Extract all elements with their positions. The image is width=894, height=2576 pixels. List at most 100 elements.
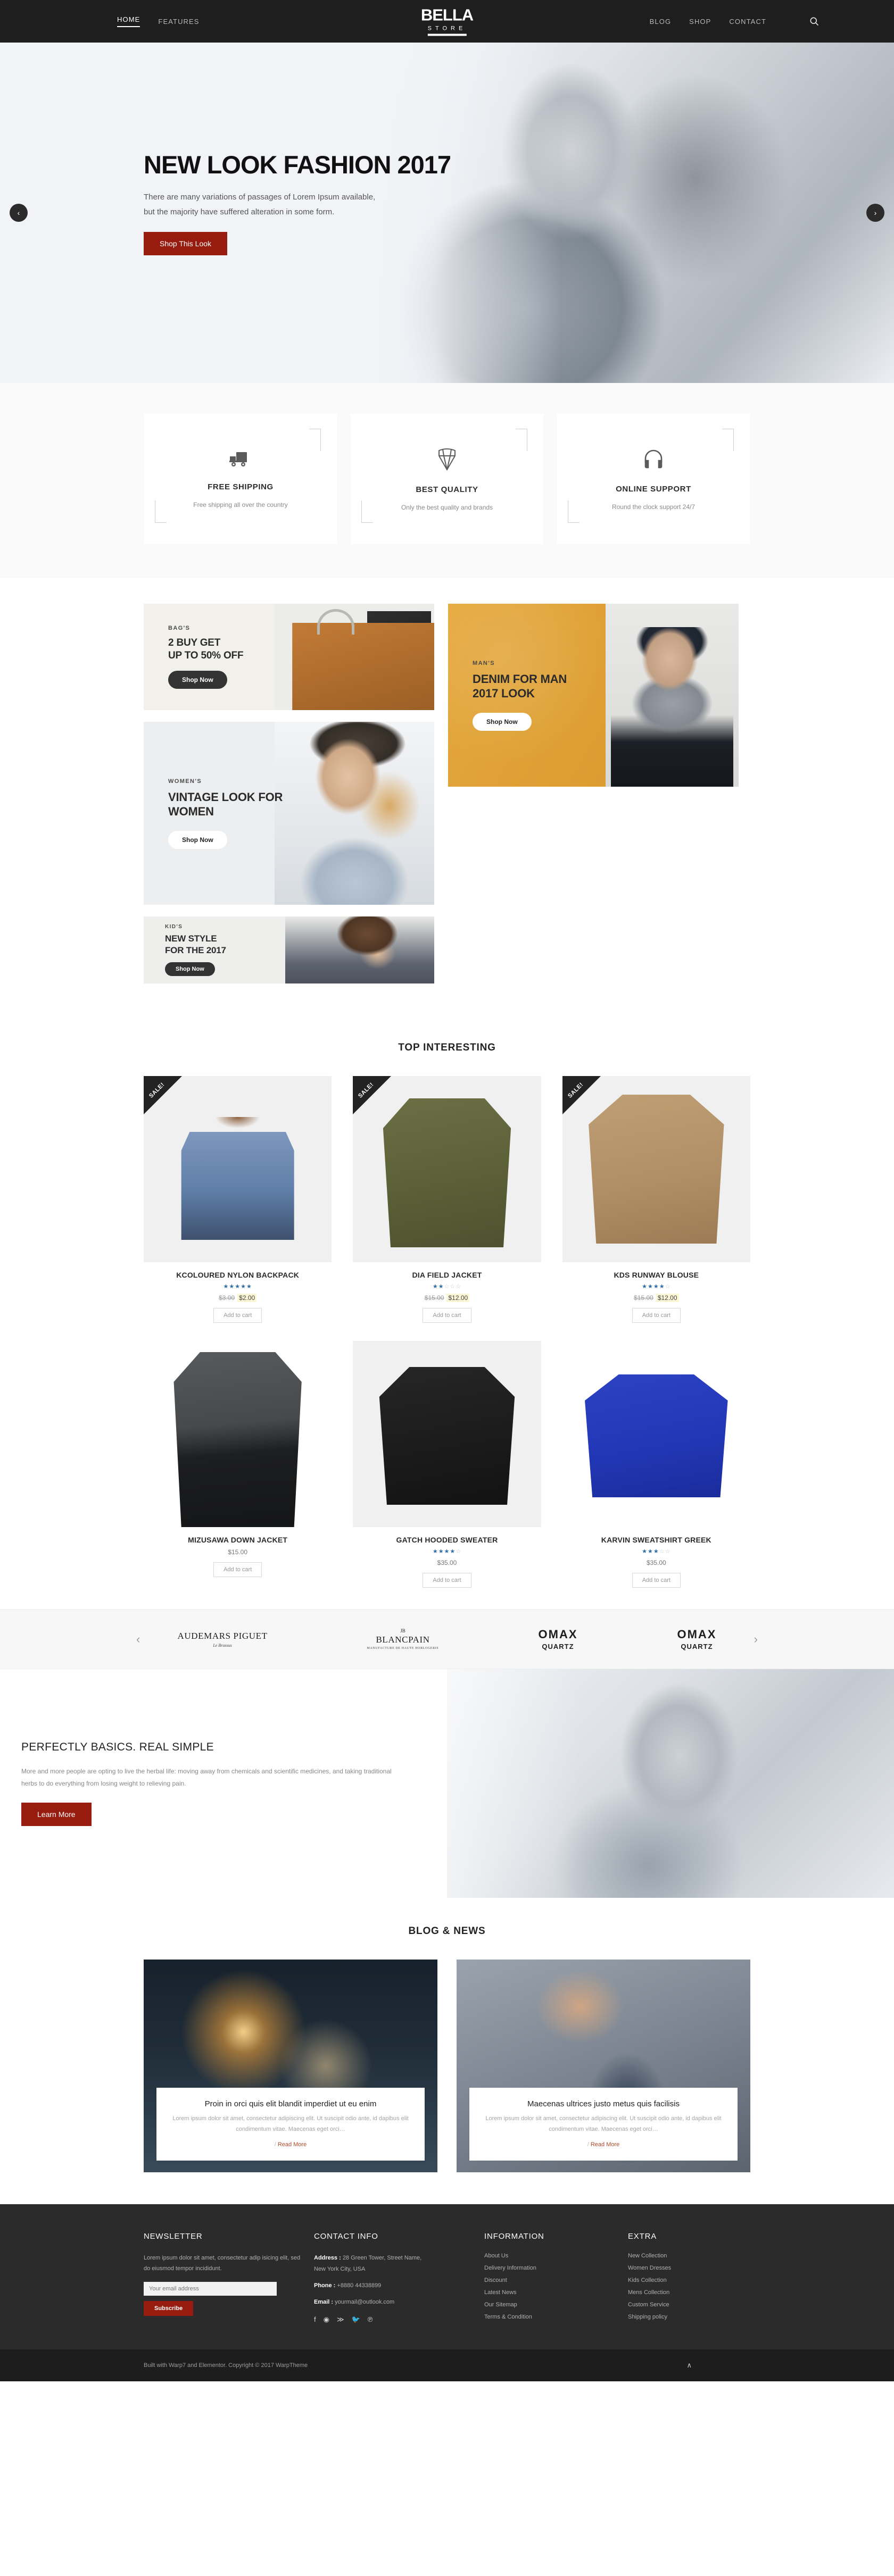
instagram-icon[interactable]: ◉ xyxy=(324,2315,329,2324)
blog-post-meta: / Read More xyxy=(483,2140,724,2150)
promo-shop-now-button[interactable]: Shop Now xyxy=(168,670,227,689)
section-title-top-interesting: TOP INTERESTING xyxy=(398,1042,496,1053)
read-more-link[interactable]: Read More xyxy=(278,2141,307,2148)
promo-kids-model-image xyxy=(285,916,434,983)
nav-item-blog[interactable]: BLOG xyxy=(650,18,672,26)
scroll-to-top-icon[interactable]: ∧ xyxy=(686,2361,692,2370)
promo-title: VINTAGE LOOK FOR WOMEN xyxy=(168,790,283,819)
product-thumbnail[interactable]: SALE! xyxy=(353,1076,541,1262)
nav-item-contact[interactable]: CONTACT xyxy=(729,18,766,26)
promo-card-kids[interactable]: KID'S NEW STYLE FOR THE 2017 Shop Now xyxy=(144,916,434,983)
footer-link-delivery-information[interactable]: Delivery Information xyxy=(484,2265,617,2271)
product-thumbnail[interactable] xyxy=(353,1341,541,1527)
facebook-icon[interactable]: f xyxy=(314,2315,316,2324)
contact-email-value: yourmail@outlook.com xyxy=(335,2298,395,2305)
footer-link-latest-news[interactable]: Latest News xyxy=(484,2289,617,2296)
newsletter-subscribe-button[interactable]: Subscribe xyxy=(144,2300,194,2316)
product-thumbnail[interactable]: SALE! xyxy=(144,1076,332,1262)
footer-link-mens-collection[interactable]: Mens Collection xyxy=(628,2289,761,2296)
product-thumbnail[interactable] xyxy=(144,1341,332,1527)
promo-shop-now-button[interactable]: Shop Now xyxy=(168,830,227,849)
service-description: Only the best quality and brands xyxy=(401,503,493,511)
section-title-blog: BLOG & NEWS xyxy=(408,1925,486,1937)
about-image xyxy=(447,1669,894,1898)
search-icon[interactable] xyxy=(809,16,820,27)
brand-logo-blancpain[interactable]: JB BLANCPAIN MANUFACTURE DE HAUTE HORLOG… xyxy=(367,1628,439,1650)
brand-logo-audemars-piguet[interactable]: AUDEMARS PIGUET Le Brassus xyxy=(177,1631,267,1648)
nav-item-home[interactable]: HOME xyxy=(117,15,140,27)
promo-card-women[interactable]: WOMEN'S VINTAGE LOOK FOR WOMEN Shop Now xyxy=(144,722,434,905)
hero-next-arrow-icon[interactable]: › xyxy=(866,204,884,222)
service-title: FREE SHIPPING xyxy=(208,482,274,491)
about-learn-more-button[interactable]: Learn More xyxy=(21,1803,92,1827)
promo-kicker: MAN'S xyxy=(473,660,495,666)
hero-subtitle-line2: but the majority have suffered alteratio… xyxy=(144,207,335,216)
about-title: PERFECTLY BASICS. REAL SIMPLE xyxy=(21,1740,214,1753)
footer-link-women-dresses[interactable]: Women Dresses xyxy=(628,2265,761,2271)
contact-address-label: Address : xyxy=(314,2255,341,2261)
product-card: SALE! KDS RUNWAY BLOUSE ★★★★☆ $15.00 $12.… xyxy=(562,1076,750,1323)
diamond-icon xyxy=(437,447,457,473)
service-title: BEST QUALITY xyxy=(416,485,478,494)
rss-icon[interactable]: ≫ xyxy=(337,2315,344,2324)
footer-heading-contact: CONTACT INFO xyxy=(314,2232,378,2241)
footer-link-kids-collection[interactable]: Kids Collection xyxy=(628,2277,761,2283)
promo-shop-now-button[interactable]: Shop Now xyxy=(473,712,532,731)
product-thumbnail[interactable]: SALE! xyxy=(562,1076,750,1262)
blog-post-card[interactable]: Maecenas ultrices justo metus quis facil… xyxy=(457,1960,750,2172)
add-to-cart-button[interactable]: Add to cart xyxy=(632,1308,681,1323)
top-interesting-section: TOP INTERESTING SALE! KCOLOURED NYLON BA… xyxy=(0,1015,894,1609)
add-to-cart-button[interactable]: Add to cart xyxy=(213,1308,262,1323)
promo-kicker: BAG'S xyxy=(168,625,191,632)
blog-post-title[interactable]: Maecenas ultrices justo metus quis facil… xyxy=(483,2099,724,2108)
footer-link-custom-service[interactable]: Custom Service xyxy=(628,2302,761,2308)
brand-logo-omax-2[interactable]: OMAX QUARTZ xyxy=(677,1628,716,1650)
footer-link-new-collection[interactable]: New Collection xyxy=(628,2253,761,2259)
brand-prev-arrow-icon[interactable]: ‹ xyxy=(136,1632,140,1646)
add-to-cart-button[interactable]: Add to cart xyxy=(423,1308,471,1323)
footer-link-terms-condition[interactable]: Terms & Condition xyxy=(484,2314,617,2320)
headphones-icon xyxy=(643,448,664,473)
promo-shop-now-button[interactable]: Shop Now xyxy=(165,962,215,976)
service-card-best-quality: BEST QUALITY Only the best quality and b… xyxy=(351,414,543,544)
corner-decoration-top-right xyxy=(309,429,321,451)
footer-link-shipping-policy[interactable]: Shipping policy xyxy=(628,2314,761,2320)
newsletter-email-input[interactable] xyxy=(144,2281,277,2296)
site-logo[interactable]: BELLA STORE xyxy=(421,7,474,36)
brand-tagline: MANUFACTURE DE HAUTE HORLOGERIE xyxy=(367,1647,439,1650)
hero-prev-arrow-icon[interactable]: ‹ xyxy=(10,204,28,222)
product-price: $3.00 $2.00 xyxy=(144,1294,332,1302)
read-more-link[interactable]: Read More xyxy=(591,2141,619,2148)
promo-title: NEW STYLE FOR THE 2017 xyxy=(165,933,226,955)
add-to-cart-button[interactable]: Add to cart xyxy=(423,1573,471,1588)
corner-decoration-top-right xyxy=(722,429,734,451)
nav-item-features[interactable]: FEATURES xyxy=(158,18,199,26)
site-header: HOME FEATURES BELLA STORE BLOG SHOP CONT… xyxy=(0,0,894,43)
pinterest-icon[interactable]: ℗ xyxy=(368,2315,373,2324)
product-price: $35.00 xyxy=(353,1559,541,1566)
product-card: SALE! DIA FIELD JACKET ★★☆☆☆ $15.00 $12.0… xyxy=(353,1076,541,1323)
blog-post-title[interactable]: Proin in orci quis elit blandit imperdie… xyxy=(170,2099,411,2108)
brand-next-arrow-icon[interactable]: › xyxy=(754,1632,758,1646)
footer-link-our-sitemap[interactable]: Our Sitemap xyxy=(484,2302,617,2308)
product-name: KDS RUNWAY BLOUSE xyxy=(614,1271,699,1279)
brand-tagline: Le Brassus xyxy=(213,1643,232,1648)
brand-logo-omax-1[interactable]: OMAX QUARTZ xyxy=(539,1628,578,1650)
product-thumbnail[interactable] xyxy=(562,1341,750,1527)
product-name: KCOLOURED NYLON BACKPACK xyxy=(176,1271,300,1279)
hero-cta-button[interactable]: Shop This Look xyxy=(144,232,228,256)
promo-card-bags[interactable]: BAG'S 2 BUY GET UP TO 50% OFF Shop Now xyxy=(144,604,434,710)
brand-name: OMAX xyxy=(677,1628,717,1641)
product-name: DIA FIELD JACKET xyxy=(412,1271,482,1279)
add-to-cart-button[interactable]: Add to cart xyxy=(213,1562,262,1577)
corner-decoration-bottom-left xyxy=(361,501,373,523)
nav-item-shop[interactable]: SHOP xyxy=(689,18,711,26)
twitter-icon[interactable]: 🐦 xyxy=(352,2315,360,2324)
footer-link-discount[interactable]: Discount xyxy=(484,2277,617,2283)
add-to-cart-button[interactable]: Add to cart xyxy=(632,1573,681,1588)
footer-link-about-us[interactable]: About Us xyxy=(484,2253,617,2259)
product-rating: ★★★★☆ xyxy=(432,1548,462,1555)
promo-card-men[interactable]: MAN'S DENIM FOR MAN 2017 LOOK Shop Now xyxy=(448,604,739,787)
services-section: FREE SHIPPING Free shipping all over the… xyxy=(0,383,894,578)
blog-post-card[interactable]: Proin in orci quis elit blandit imperdie… xyxy=(144,1960,437,2172)
